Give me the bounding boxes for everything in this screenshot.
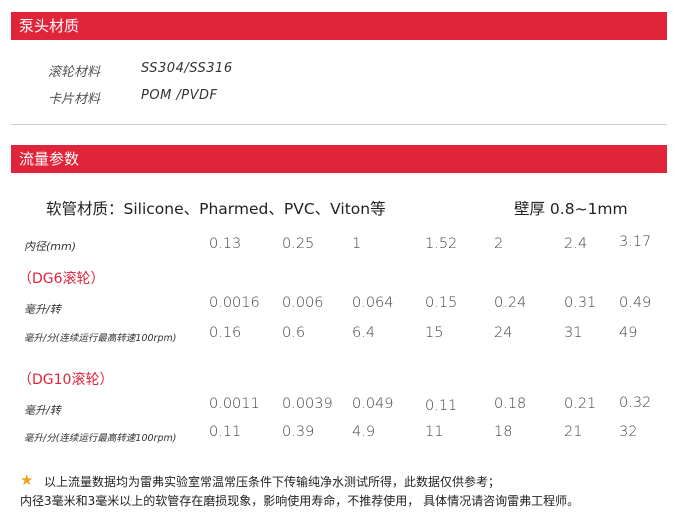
note-line-1: 以上流量数据均为雷弗实验室常温常压条件下传输纯净水测试所得，此数据仅供参考；: [44, 475, 501, 489]
dg10-ml-per-rev-row-cell: 0.0039: [282, 396, 333, 412]
section-header-flow-params: 流量参数: [11, 145, 667, 173]
wall-thickness-text: 壁厚 0.8~1mm: [514, 200, 628, 218]
dg10-ml-per-rev-row-cell: 0.0011: [209, 396, 260, 412]
dg6-ml-per-rev-label: 毫升/转: [24, 303, 61, 316]
dg6-ml-per-min-row-cell: 0.16: [209, 325, 242, 341]
dg10-ml-per-min-row-cell: 0.39: [282, 424, 315, 440]
dg6-ml-per-min-row-cell: 49: [619, 325, 638, 341]
dg6-ml-per-min-row-cell: 31: [564, 325, 583, 341]
note-line-2: 内径3毫米和3毫米以上的软管存在磨损现象，影响使用寿命，不推荐使用， 具体情况请…: [20, 494, 580, 508]
diameter-row-cell: 2: [494, 236, 504, 252]
dg6-ml-per-min-label: 毫升/分(连续运行最高转速100rpm): [24, 333, 177, 344]
diameter-row-cell: 3.17: [619, 234, 652, 250]
dg10-ml-per-min-row-cell: 21: [564, 424, 583, 440]
dg10-ml-per-min-row-cell: 18: [494, 424, 513, 440]
section-header-pump-material: 泵头材质: [11, 12, 667, 40]
dg6-ml-per-min-row-cell: 24: [494, 325, 513, 341]
roller-material-label: 滚轮材料: [48, 65, 101, 80]
section-divider: [11, 124, 667, 125]
cartridge-material-label: 卡片材料: [48, 92, 101, 107]
dg10-ml-per-rev-row-cell: 0.32: [619, 395, 652, 411]
diameter-row-cell: 0.13: [209, 236, 242, 252]
dg6-ml-per-rev-row-cell: 0.006: [282, 295, 324, 311]
dg10-ml-per-min-label: 毫升/分(连续运行最高转速100rpm): [24, 433, 177, 444]
dg10-ml-per-min-row-cell: 32: [619, 424, 638, 440]
diameter-row-cell: 2.4: [564, 236, 588, 252]
dg10-ml-per-rev-row-cell: 0.049: [352, 396, 394, 412]
diameter-label: 内径(mm): [24, 240, 77, 253]
dg6-ml-per-rev-row-cell: 0.15: [425, 295, 458, 311]
dg6-ml-per-rev-row-cell: 0.24: [494, 295, 527, 311]
dg6-ml-per-min-row-cell: 6.4: [352, 325, 376, 341]
star-icon: ★: [20, 471, 34, 489]
diameter-row-cell: 1: [352, 236, 362, 252]
diameter-row-cell: 0.25: [282, 236, 315, 252]
dg10-ml-per-min-row-cell: 11: [425, 424, 444, 440]
dg6-ml-per-rev-row-cell: 0.064: [352, 295, 394, 311]
roller-material-value: SS304/SS316: [141, 61, 233, 76]
dg10-group-title: （DG10滚轮）: [18, 372, 114, 388]
dg10-ml-per-min-row-cell: 0.11: [209, 424, 242, 440]
dg10-ml-per-min-row-cell: 4.9: [352, 424, 376, 440]
dg6-ml-per-rev-row-cell: 0.31: [564, 295, 597, 311]
dg6-ml-per-rev-row-cell: 0.0016: [209, 295, 260, 311]
dg6-ml-per-rev-row-cell: 0.49: [619, 295, 652, 311]
dg10-ml-per-rev-row-cell: 0.18: [494, 396, 527, 412]
cartridge-material-value: POM /PVDF: [141, 88, 218, 103]
tube-material-text: 软管材质：Silicone、Pharmed、PVC、Viton等: [46, 200, 386, 218]
dg10-ml-per-rev-label: 毫升/转: [24, 404, 61, 417]
diameter-row-cell: 1.52: [425, 236, 458, 252]
dg6-ml-per-min-row-cell: 0.6: [282, 325, 306, 341]
dg10-ml-per-rev-row-cell: 0.11: [425, 398, 458, 414]
dg10-ml-per-rev-row-cell: 0.21: [564, 396, 597, 412]
dg6-group-title: （DG6滚轮）: [18, 271, 105, 287]
dg6-ml-per-min-row-cell: 15: [425, 325, 444, 341]
